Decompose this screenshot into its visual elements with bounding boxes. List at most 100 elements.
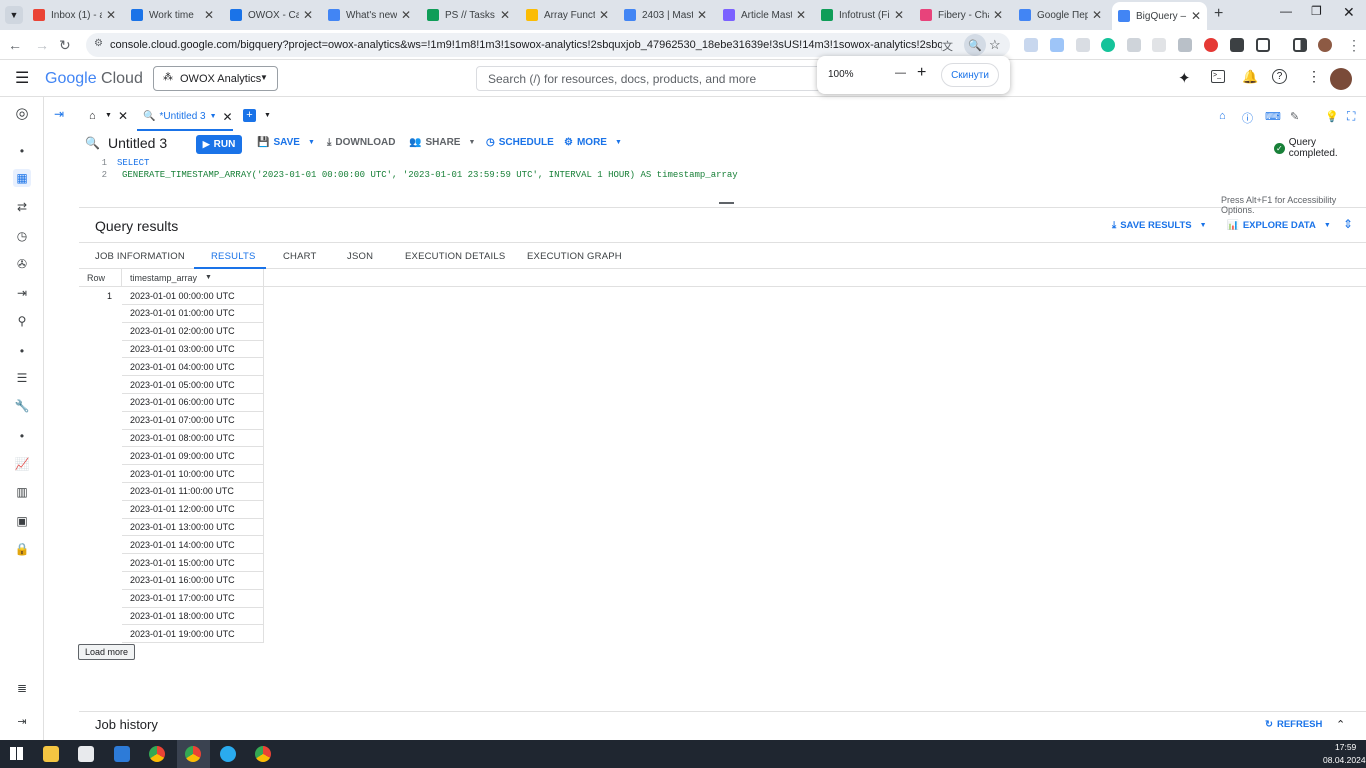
tab-untitled-3[interactable]: 🔍 *Untitled 3 ▼ ✕ (137, 104, 233, 131)
table-cell[interactable]: 2023-01-01 02:00:00 UTC (122, 322, 264, 341)
close-icon[interactable]: ✕ (223, 110, 233, 124)
explore-data-button[interactable]: 📊 EXPLORE DATA ▼ (1227, 220, 1331, 231)
browser-tab[interactable]: Infotrust (Fi ✕ (815, 4, 910, 26)
address-bar[interactable]: ⚙ console.cloud.google.com/bigquery?proj… (86, 33, 1010, 57)
browser-tab[interactable]: What's new ✕ (322, 4, 417, 26)
tab-search-button[interactable]: ▼ (5, 6, 23, 24)
tab-job-information[interactable]: JOB INFORMATION (95, 251, 185, 262)
table-cell[interactable]: 2023-01-01 12:00:00 UTC (122, 500, 264, 519)
table-cell[interactable]: 2023-01-01 04:00:00 UTC (122, 358, 264, 377)
close-tab-icon[interactable]: ✕ (204, 8, 214, 22)
reservation-icon[interactable]: ▣ (13, 512, 31, 530)
analytics-hub-icon[interactable]: ✇ (13, 255, 31, 273)
load-more-button[interactable]: Load more (78, 644, 135, 660)
extension-icon[interactable] (1050, 38, 1064, 52)
monitoring-chart-icon[interactable]: 📈 (13, 455, 31, 473)
sidepanel-icon[interactable] (1293, 38, 1307, 52)
capacity-icon[interactable]: ▥ (13, 483, 31, 501)
grammarly-icon[interactable] (1101, 38, 1115, 52)
table-cell[interactable]: 2023-01-01 10:00:00 UTC (122, 465, 264, 483)
close-tab-icon[interactable]: ✕ (500, 8, 510, 22)
table-cell[interactable]: 2023-01-01 14:00:00 UTC (122, 536, 264, 555)
google-cloud-logo[interactable]: Google Cloud (45, 70, 143, 88)
reload-icon[interactable]: ↻ (59, 37, 71, 54)
browser-tab[interactable]: Google Пер ✕ (1013, 4, 1108, 26)
table-cell[interactable]: 2023-01-01 18:00:00 UTC (122, 607, 264, 626)
table-cell[interactable]: 2023-01-01 00:00:00 UTC (122, 287, 264, 305)
tab-json[interactable]: JSON (347, 251, 373, 262)
column-header-timestamp[interactable]: timestamp_array ▼ (122, 269, 264, 287)
clock-date[interactable]: 08.04.2024 (1323, 755, 1366, 765)
browser-tab[interactable]: BigQuery – ✕ (1112, 2, 1207, 30)
extension-icon[interactable] (1230, 38, 1244, 52)
browser-tab[interactable]: Fibery - Chat ✕ (914, 4, 1009, 26)
browser-tab[interactable]: Article Mast ✕ (717, 4, 812, 26)
close-tab-icon[interactable]: ✕ (1191, 9, 1201, 23)
forward-arrow-icon[interactable]: → (35, 37, 49, 53)
tab-chart[interactable]: CHART (283, 251, 317, 262)
extension-icon[interactable] (1076, 38, 1090, 52)
chrome-icon[interactable] (255, 746, 271, 762)
editor-resize-handle[interactable] (719, 202, 734, 204)
sql-editor[interactable]: 1 SELECT 2 GENERATE_TIMESTAMP_ARRAY('202… (79, 157, 1366, 215)
browser-tab[interactable]: PS // Tasks b ✕ (421, 4, 516, 26)
zoom-icon[interactable]: 🔍 (964, 34, 986, 56)
browser-tab[interactable]: OWOX - Calc ✕ (224, 4, 319, 26)
search-input[interactable]: Search (/) for resources, docs, products… (476, 66, 821, 91)
expand-rail-icon[interactable]: ⇥ (13, 712, 31, 730)
job-history-title[interactable]: Job history (95, 717, 158, 732)
dataform-icon[interactable]: ⇥ (13, 284, 31, 302)
browser-tab[interactable]: Inbox (1) - a ✕ (27, 4, 122, 26)
extension-icon[interactable] (1178, 38, 1192, 52)
expand-collapse-icon[interactable]: ⇕ (1343, 217, 1353, 231)
table-cell[interactable]: 2023-01-01 19:00:00 UTC (122, 625, 264, 644)
bq-home-icon[interactable]: ⌂ (1219, 110, 1226, 122)
lightbulb-icon[interactable]: 💡 (1325, 110, 1339, 123)
more-button[interactable]: ⚙ MORE ▼ (564, 137, 622, 148)
table-cell[interactable]: 2023-01-01 16:00:00 UTC (122, 571, 264, 590)
studio-icon[interactable]: ▦ (13, 169, 31, 187)
table-cell[interactable]: 2023-01-01 17:00:00 UTC (122, 589, 264, 608)
table-cell[interactable]: 2023-01-01 15:00:00 UTC (122, 554, 264, 572)
table-cell[interactable]: 2023-01-01 13:00:00 UTC (122, 518, 264, 537)
new-tab-button[interactable]: + (1214, 5, 1223, 23)
restore-button[interactable]: ❐ (1311, 4, 1322, 18)
close-tab-icon[interactable]: ✕ (697, 8, 707, 22)
zoom-out-button[interactable]: — (895, 67, 906, 79)
bigquery-logo-icon[interactable]: ◎ (13, 104, 31, 122)
close-icon[interactable]: ✕ (118, 109, 128, 123)
tab-execution-details[interactable]: EXECUTION DETAILS (405, 251, 505, 262)
chevron-down-icon[interactable]: ▼ (105, 112, 112, 119)
info-icon[interactable]: ⓘ (1242, 110, 1253, 126)
fullscreen-icon[interactable]: ⛶ (1347, 109, 1355, 124)
magic-wand-icon[interactable]: ✎ (1290, 110, 1299, 123)
download-button[interactable]: ⤓ DOWNLOAD (327, 137, 395, 148)
home-tab-icon[interactable]: ⌂ (89, 110, 96, 122)
extension-icon[interactable] (1152, 38, 1166, 52)
table-cell[interactable]: 2023-01-01 03:00:00 UTC (122, 340, 264, 359)
close-tab-icon[interactable]: ✕ (1092, 8, 1102, 22)
share-button[interactable]: 👥 SHARE ▼ (409, 137, 475, 148)
bookmark-star-icon[interactable]: ☆ (989, 37, 1001, 53)
extension-icon[interactable] (1127, 38, 1141, 52)
account-avatar[interactable] (1330, 68, 1352, 90)
chevron-up-icon[interactable]: ⌃ (1336, 718, 1345, 731)
data-transfer-icon[interactable]: ⇄ (13, 198, 31, 216)
file-explorer-icon[interactable] (43, 746, 59, 762)
cloud-shell-icon[interactable]: >_ (1211, 70, 1225, 83)
clock-time[interactable]: 17:59 (1335, 742, 1356, 752)
keyboard-icon[interactable]: ⌨ (1265, 110, 1281, 123)
chrome-icon[interactable] (185, 746, 201, 762)
tab-results[interactable]: RESULTS (211, 251, 256, 262)
browser-tab[interactable]: 2403 | Mast ✕ (618, 4, 713, 26)
table-cell[interactable]: 2023-01-01 08:00:00 UTC (122, 429, 264, 448)
chevron-down-icon[interactable]: ▼ (264, 112, 271, 119)
settings-more-icon[interactable]: ⋮ (1307, 68, 1321, 85)
windows-start-icon[interactable] (10, 747, 23, 760)
browser-tab[interactable]: Array Functi ✕ (520, 4, 615, 26)
close-tab-icon[interactable]: ✕ (894, 8, 904, 22)
save-results-button[interactable]: ⤓ SAVE RESULTS ▼ (1112, 220, 1207, 231)
save-button[interactable]: 💾 SAVE ▼ (257, 137, 315, 148)
help-icon[interactable]: ? (1272, 69, 1287, 84)
adblock-icon[interactable] (1204, 38, 1218, 52)
